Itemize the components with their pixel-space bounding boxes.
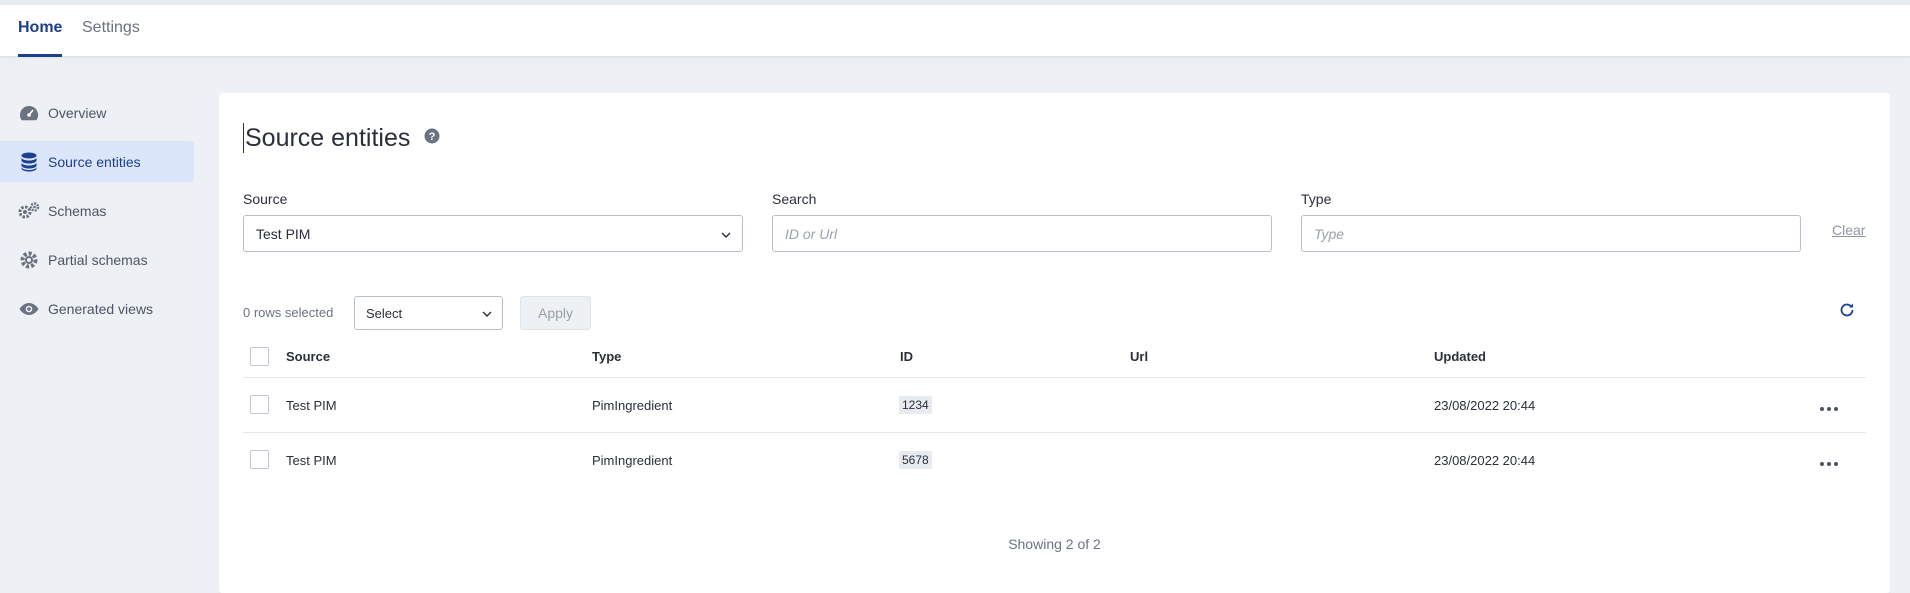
gear-icon [18,249,40,271]
tab-active-indicator [18,54,62,57]
more-options-icon[interactable] [1819,399,1839,417]
cell-type: PimIngredient [592,398,673,413]
pagination-count: Showing 2 of 2 [1008,536,1101,552]
chevron-down-icon [720,228,732,244]
sidebar-item-schemas[interactable]: Schemas [0,190,194,231]
sidebar-item-label: Generated views [48,300,154,317]
type-input[interactable]: Type [1301,215,1801,252]
chevron-down-icon [481,308,493,323]
sidebar-item-partial-schemas[interactable]: Partial schemas [0,239,194,280]
column-header-url[interactable]: Url [1130,349,1148,364]
page-title: Source entities [243,123,411,153]
type-placeholder: Type [1314,225,1345,242]
search-filter-label: Search [772,191,817,207]
svg-text:?: ? [429,131,436,143]
source-filter-label: Source [243,191,288,207]
sidebar-item-generated-views[interactable]: Generated views [0,288,194,329]
column-header-source[interactable]: Source [286,349,330,364]
rows-selected-count: 0 rows selected [243,305,334,320]
sidebar-item-source-entities[interactable]: Source entities [0,141,194,182]
search-input[interactable]: ID or Url [772,215,1272,252]
cell-id: 5678 [899,451,932,469]
column-header-id[interactable]: ID [900,349,913,364]
help-icon[interactable]: ? [424,128,440,149]
source-select[interactable]: Test PIM [243,215,743,252]
column-header-type[interactable]: Type [592,349,621,364]
clear-filters-link[interactable]: Clear [1832,222,1865,238]
sidebar-item-overview[interactable]: Overview [0,92,194,133]
cell-source: Test PIM [286,398,337,413]
divider [243,377,1866,378]
database-icon [18,151,40,173]
sidebar-item-label: Partial schemas [48,251,148,268]
sidebar-item-label: Source entities [48,153,141,170]
eye-icon [18,298,40,320]
cell-updated: 23/08/2022 20:44 [1434,453,1536,468]
row-checkbox[interactable] [250,395,269,414]
tab-home[interactable]: Home [18,19,62,37]
cell-id: 1234 [899,396,932,414]
cell-source: Test PIM [286,453,337,468]
row-checkbox[interactable] [250,450,269,469]
dashboard-icon [18,102,40,124]
bulk-action-select[interactable]: Select [354,296,503,330]
type-filter-label: Type [1301,191,1332,207]
gears-icon [18,200,40,222]
refresh-icon[interactable] [1839,302,1855,323]
source-select-value: Test PIM [256,225,311,242]
bulk-action-value: Select [366,305,403,321]
select-all-checkbox[interactable] [250,347,269,366]
tab-settings[interactable]: Settings [82,19,140,37]
search-placeholder: ID or Url [785,225,838,242]
apply-button[interactable]: Apply [520,296,591,330]
divider [243,432,1866,433]
cell-type: PimIngredient [592,453,673,468]
column-header-updated[interactable]: Updated [1434,349,1486,364]
main-card: Source entities ? Source Test PIM Search… [219,93,1890,593]
top-nav: Home Settings [0,0,1910,57]
more-options-icon[interactable] [1819,454,1839,472]
sidebar-item-label: Overview [48,104,107,121]
sidebar-item-label: Schemas [48,202,107,219]
cell-updated: 23/08/2022 20:44 [1434,398,1536,413]
